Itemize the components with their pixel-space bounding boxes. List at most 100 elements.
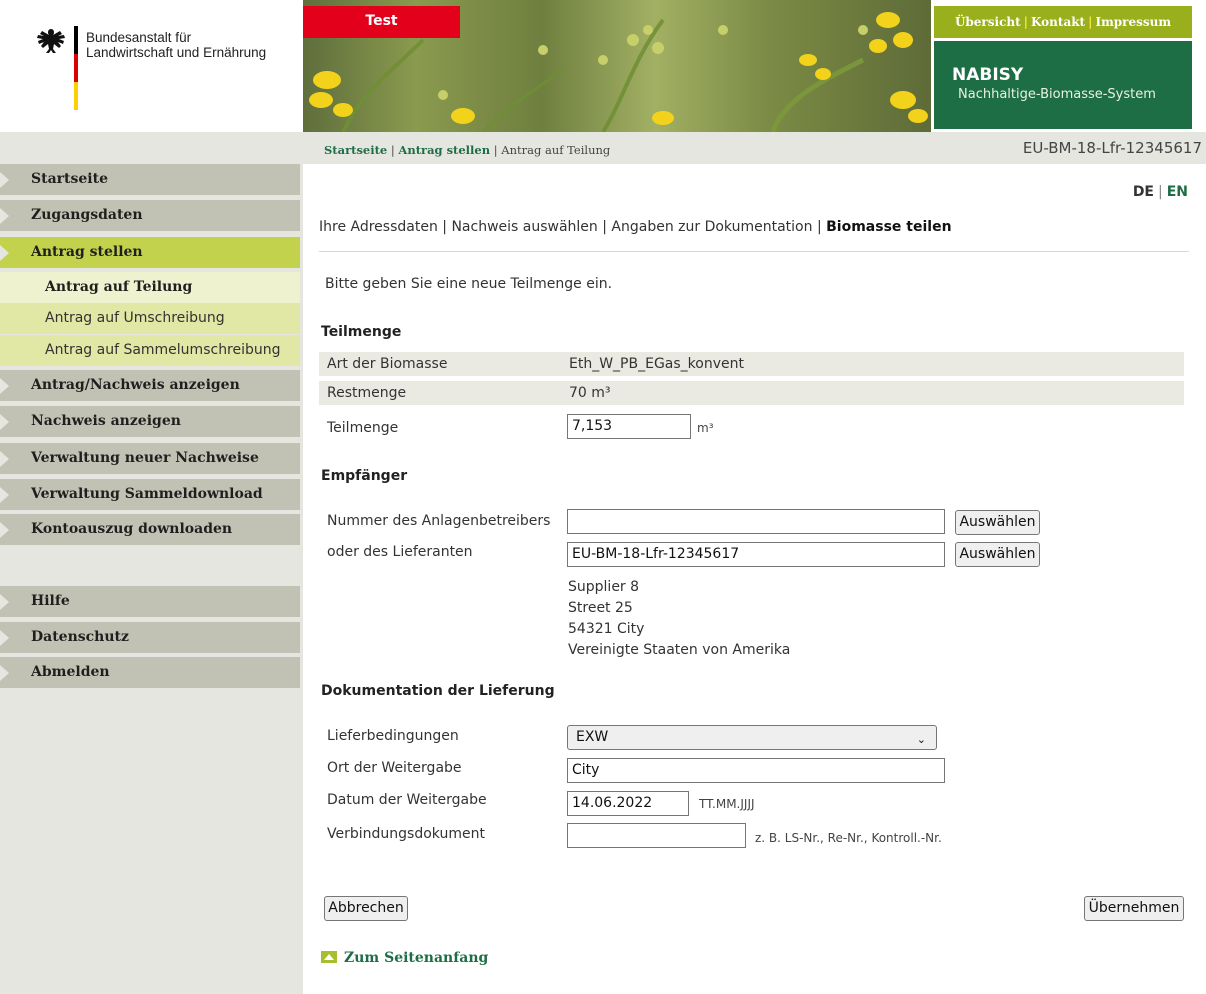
sidebar-item-label: Antrag stellen	[31, 244, 143, 260]
language-de[interactable]: DE	[1133, 184, 1154, 200]
federal-eagle-icon	[37, 29, 65, 53]
address-line: 54321 City	[568, 621, 645, 637]
teilmenge-input[interactable]: 7,153	[567, 414, 691, 439]
site-header: Bundesanstalt für Landwirtschaft und Ern…	[0, 0, 1206, 132]
auswaehlen-lieferant-button[interactable]: Auswählen	[955, 542, 1040, 567]
link-kontakt[interactable]: Kontakt	[1031, 15, 1085, 29]
lieferbedingungen-selected: EXW	[576, 729, 609, 745]
sidebar-item-label: Abmelden	[31, 664, 110, 680]
sidebar-item-antrag-nachweis-anzeigen[interactable]: Antrag/Nachweis anzeigen	[0, 370, 300, 401]
section-heading-empfaenger: Empfänger	[321, 468, 408, 484]
divider	[319, 251, 1189, 252]
system-title: NABISY	[952, 65, 1024, 85]
language-en[interactable]: EN	[1167, 184, 1188, 200]
german-flag-stripe	[74, 26, 78, 110]
datum-der-weitergabe-input[interactable]: 14.06.2022	[567, 791, 689, 816]
auswaehlen-anlagenbetreiber-button[interactable]: Auswählen	[955, 510, 1040, 535]
label-ort-der-weitergabe: Ort der Weitergabe	[327, 760, 462, 776]
section-heading-dokumentation: Dokumentation der Lieferung	[321, 683, 555, 699]
header-banner-image: Test	[303, 0, 931, 132]
sidebar-item-label: Hilfe	[31, 593, 70, 609]
sidebar-item-kontoauszug-downloaden[interactable]: Kontoauszug downloaden	[0, 514, 300, 545]
sidebar-item-startseite[interactable]: Startseite	[0, 164, 300, 195]
agency-name: Bundesanstalt für Landwirtschaft und Ern…	[86, 30, 266, 60]
sidebar-item-label: Startseite	[31, 171, 108, 187]
agency-name-line2: Landwirtschaft und Ernährung	[86, 45, 267, 60]
sidebar-item-label: Verwaltung neuer Nachweise	[31, 450, 259, 466]
agency-name-line1: Bundesanstalt für	[86, 30, 192, 45]
anlagenbetreiber-input[interactable]	[567, 509, 945, 534]
sidebar-item-verwaltung-neuer-nachweise[interactable]: Verwaltung neuer Nachweise	[0, 443, 300, 474]
sidebar-item-datenschutz[interactable]: Datenschutz	[0, 622, 300, 653]
link-impressum[interactable]: Impressum	[1095, 15, 1171, 29]
label-art-der-biomasse: Art der Biomasse	[327, 356, 448, 372]
sidebar-item-label: Datenschutz	[31, 629, 129, 645]
value-art-der-biomasse: Eth_W_PB_EGas_konvent	[569, 356, 744, 372]
step-separator: |	[442, 219, 447, 235]
row-rest-background	[319, 381, 1184, 405]
label-datum-der-weitergabe: Datum der Weitergabe	[327, 792, 487, 808]
ort-der-weitergabe-input[interactable]: City	[567, 758, 945, 783]
sidebar-item-abmelden[interactable]: Abmelden	[0, 657, 300, 688]
back-to-top-label: Zum Seitenanfang	[344, 950, 489, 966]
section-heading-teilmenge: Teilmenge	[321, 324, 402, 340]
label-teilmenge: Teilmenge	[327, 420, 399, 436]
breadcrumb-antrag-stellen[interactable]: Antrag stellen	[398, 143, 490, 157]
step-separator: |	[602, 219, 607, 235]
sidebar-subitem-antrag-auf-umschreibung[interactable]: Antrag auf Umschreibung	[0, 303, 300, 334]
sidebar-subitem-antrag-auf-sammelumschreibung[interactable]: Antrag auf Sammelumschreibung	[0, 335, 300, 366]
sidebar-item-verwaltung-sammeldownload[interactable]: Verwaltung Sammeldownload	[0, 479, 300, 510]
verbindungsdokument-hint: z. B. LS-Nr., Re-Nr., Kontroll.-Nr.	[755, 831, 942, 845]
intro-text: Bitte geben Sie eine neue Teilmenge ein.	[325, 276, 613, 292]
breadcrumb-bar: Startseite | Antrag stellen | Antrag auf…	[303, 132, 1206, 164]
lieferbedingungen-select[interactable]: EXW ⌄	[567, 725, 937, 750]
nav-arrow-icon	[0, 208, 9, 224]
submit-button[interactable]: Übernehmen	[1084, 896, 1184, 921]
breadcrumb: Startseite | Antrag stellen | Antrag auf…	[324, 143, 610, 157]
step-angaben-dokumentation: Angaben zur Dokumentation	[611, 219, 813, 235]
lieferant-input[interactable]: EU-BM-18-Lfr-12345617	[567, 542, 945, 567]
account-id: EU-BM-18-Lfr-12345617	[1022, 139, 1202, 157]
chevron-down-icon: ⌄	[916, 733, 926, 746]
breadcrumb-separator: |	[390, 143, 395, 157]
nav-arrow-icon	[0, 414, 9, 430]
label-restmenge: Restmenge	[327, 385, 407, 401]
nav-arrow-icon	[0, 594, 9, 610]
step-adressdaten: Ihre Adressdaten	[319, 219, 438, 235]
sidebar-nav: Startseite Zugangsdaten Antrag stellen A…	[0, 164, 303, 994]
breadcrumb-startseite[interactable]: Startseite	[324, 143, 387, 157]
breadcrumb-separator: |	[493, 143, 498, 157]
sidebar-item-zugangsdaten[interactable]: Zugangsdaten	[0, 200, 300, 231]
top-links: Übersicht | Kontakt | Impressum	[934, 6, 1192, 38]
top-link-separator: |	[1023, 15, 1029, 29]
nav-arrow-icon	[0, 522, 9, 538]
recipient-address: Supplier 8 Street 25 54321 City Vereinig…	[568, 577, 790, 661]
sidebar-item-label: Antrag/Nachweis anzeigen	[31, 377, 240, 393]
nav-arrow-icon	[0, 630, 9, 646]
language-separator: |	[1158, 184, 1163, 200]
breadcrumb-current: Antrag auf Teilung	[501, 143, 611, 157]
label-anlagenbetreiber: Nummer des Anlagenbetreibers	[327, 513, 551, 529]
main-content: DE | EN Ihre Adressdaten | Nachweis auswäh…	[303, 164, 1206, 994]
cancel-button[interactable]: Abbrechen	[324, 896, 408, 921]
link-uebersicht[interactable]: Übersicht	[955, 15, 1021, 29]
sidebar-item-hilfe[interactable]: Hilfe	[0, 586, 300, 617]
step-separator: |	[816, 219, 822, 235]
scroll-top-icon	[321, 951, 337, 963]
verbindungsdokument-input[interactable]	[567, 823, 746, 848]
wizard-steps: Ihre Adressdaten | Nachweis auswählen | …	[319, 219, 952, 235]
label-lieferbedingungen: Lieferbedingungen	[327, 728, 459, 744]
nav-arrow-icon	[0, 172, 9, 188]
sidebar-item-nachweis-anzeigen[interactable]: Nachweis anzeigen	[0, 406, 300, 437]
nav-arrow-icon	[0, 487, 9, 503]
agency-logo[interactable]: Bundesanstalt für Landwirtschaft und Ern…	[0, 0, 303, 132]
datum-format-hint: TT.MM.JJJJ	[699, 797, 755, 811]
sidebar-item-label: Nachweis anzeigen	[31, 413, 181, 429]
sidebar-subitem-antrag-auf-teilung[interactable]: Antrag auf Teilung	[0, 272, 300, 303]
nav-arrow-icon	[0, 665, 9, 681]
sidebar-item-label: Zugangsdaten	[31, 207, 143, 223]
back-to-top-link[interactable]: Zum Seitenanfang	[321, 950, 488, 966]
sidebar-item-antrag-stellen[interactable]: Antrag stellen	[0, 237, 300, 268]
test-environment-badge: Test	[303, 6, 460, 38]
top-link-separator: |	[1088, 15, 1093, 29]
